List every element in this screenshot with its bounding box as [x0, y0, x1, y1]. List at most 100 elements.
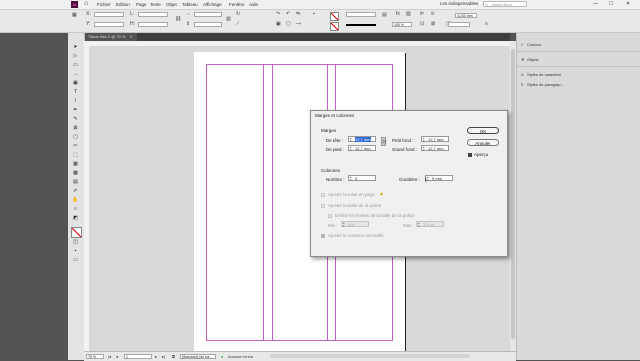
stepper-icon[interactable]: ▴ ▾ — [418, 222, 420, 228]
max-field[interactable]: ▴ ▾ 324 pt — [416, 221, 444, 227]
direct-selection-tool-icon[interactable]: ▷ — [72, 53, 79, 59]
stepper-icon[interactable]: ▴ ▾ — [423, 137, 425, 143]
page-number-field[interactable]: 1 — [124, 353, 152, 359]
apply-color-icon[interactable]: ▪ — [72, 248, 79, 254]
panel-contour[interactable]: ≡ Contour — [521, 42, 541, 47]
first-page-icon[interactable]: |◂ — [108, 354, 111, 359]
fit-frame-icon[interactable]: ⊡ — [420, 21, 424, 27]
minimize-button[interactable]: — — [593, 1, 598, 7]
align-left-icon[interactable]: ⊫ — [420, 11, 424, 17]
shear-icon[interactable]: ⟋ — [236, 21, 240, 27]
close-tab-icon[interactable]: ✕ — [129, 34, 132, 39]
font-limits-checkbox[interactable] — [328, 214, 332, 218]
horizontal-scrollbar[interactable] — [270, 354, 470, 358]
locked-content-checkbox[interactable] — [321, 234, 325, 238]
maximize-button[interactable]: ☐ — [609, 1, 613, 7]
select-content-icon[interactable]: ▢ — [286, 21, 291, 27]
menu-affichage[interactable]: Affichage — [203, 2, 222, 7]
corner-field[interactable] — [448, 22, 470, 27]
stroke-swatch[interactable] — [330, 22, 339, 31]
stroke-weight-field[interactable] — [346, 12, 376, 17]
stepper-icon[interactable]: ▴ ▾ — [423, 146, 425, 152]
hand-tool-icon[interactable]: ✋ — [72, 197, 79, 203]
gradient-feather-tool-icon[interactable]: ▩ — [72, 170, 79, 176]
stroke-measure-field[interactable]: 4,233 mm — [455, 13, 477, 18]
page-tool-icon[interactable]: ▭ — [72, 62, 79, 68]
panel-menu-icon[interactable]: ≡ — [485, 21, 488, 27]
stepper-icon[interactable]: ▴ ▾ — [350, 137, 352, 143]
cancel-button[interactable]: Annuler — [467, 139, 499, 146]
constrain-icon[interactable]: ⛓ — [175, 16, 181, 22]
fit-content-icon[interactable]: ⊠ — [431, 21, 435, 27]
type-tool-icon[interactable]: T — [72, 89, 79, 95]
stepper-icon[interactable]: ▴ ▾ — [350, 146, 352, 152]
fill-swatch[interactable] — [330, 12, 339, 21]
menu-page[interactable]: Page — [136, 2, 147, 7]
search-field[interactable]: ⌕ Adobe Stock — [483, 1, 527, 7]
rotate-icon[interactable]: ↻ — [236, 11, 240, 17]
proportional-scale-icon[interactable]: ▥ — [226, 16, 231, 22]
panel-objets[interactable]: ❖ Objets — [521, 57, 539, 62]
bottom-margin-field[interactable]: ▴ ▾ 12,7 mm — [348, 145, 376, 151]
adjust-font-checkbox[interactable] — [321, 204, 325, 208]
min-field[interactable]: ▴ ▾ 6 pt — [341, 221, 369, 227]
menu-fichier[interactable]: Fichier — [97, 2, 111, 7]
menu-texte[interactable]: Texte — [150, 2, 161, 7]
pen-tool-icon[interactable]: ✒ — [72, 107, 79, 113]
free-transform-tool-icon[interactable]: ⬚ — [72, 152, 79, 158]
outside-margin-field[interactable]: ▴ ▾ 12,7 mm — [421, 145, 449, 151]
panel-paragraph-styles[interactable]: ¶ Styles de paragrap... — [521, 82, 564, 87]
preflight-status[interactable]: Aucune erreur — [228, 354, 253, 359]
columns-number-field[interactable]: ▴ ▾ 3 — [348, 175, 376, 181]
home-icon[interactable]: ⌂ — [84, 0, 88, 7]
menu-fenetre[interactable]: Fenêtre — [229, 2, 245, 7]
stroke-type-preview[interactable] — [346, 24, 376, 26]
eyedropper-tool-icon[interactable]: ✐ — [72, 188, 79, 194]
x-field[interactable] — [94, 12, 124, 17]
ok-button[interactable]: OK — [467, 127, 499, 134]
formatting-affects-container-icon[interactable]: ◫ — [72, 239, 79, 245]
select-container-icon[interactable]: ▣ — [276, 21, 281, 27]
chain-link-icon[interactable]: ⛓ — [381, 137, 387, 146]
scale-x-field[interactable] — [194, 12, 222, 17]
close-window-button[interactable]: ✕ — [626, 1, 630, 7]
basic-style-field[interactable]: [Standard] (de tra... — [180, 353, 216, 359]
drop-shadow-icon[interactable]: ▧ — [406, 11, 411, 17]
effects-icon[interactable]: fx — [396, 11, 400, 17]
y-field[interactable] — [94, 22, 124, 27]
pencil-tool-icon[interactable]: ✎ — [72, 116, 79, 122]
rectangle-tool-icon[interactable]: ▢ — [72, 134, 79, 140]
align-center-icon[interactable]: ⊪ — [431, 11, 435, 17]
height-field[interactable] — [138, 22, 168, 27]
menu-aide[interactable]: Aide — [249, 2, 258, 7]
menu-edition[interactable]: Edition — [116, 2, 130, 7]
inside-margin-field[interactable]: ▴ ▾ 12,7 mm — [421, 136, 449, 142]
gutter-field[interactable]: ▴ ▾ 9 mm — [425, 175, 453, 181]
zoom-level-field[interactable]: 75 % — [86, 353, 104, 359]
scissors-tool-icon[interactable]: ✂ — [72, 143, 79, 149]
workspace-switcher[interactable]: Les indispensables — [440, 1, 478, 6]
rotate-cw-icon[interactable]: ↷ — [276, 11, 280, 17]
line-tool-icon[interactable]: / — [72, 98, 79, 104]
adjust-layout-checkbox[interactable] — [321, 193, 325, 197]
panel-character-styles[interactable]: A Styles de caractère — [521, 72, 561, 77]
open-page-icon[interactable]: ⧉ — [172, 354, 175, 359]
next-page-icon[interactable]: ▸ — [155, 354, 157, 359]
last-page-icon[interactable]: ▸| — [162, 354, 165, 359]
default-colors-icon[interactable]: ◩ — [72, 215, 79, 221]
note-tool-icon[interactable]: ▤ — [72, 179, 79, 185]
reference-point-icon[interactable]: ▦ — [72, 12, 77, 18]
screen-mode-icon[interactable]: ▭ — [72, 257, 79, 263]
rectangle-frame-tool-icon[interactable]: ⊠ — [72, 125, 79, 131]
text-wrap-icon[interactable]: ▤ — [382, 12, 387, 18]
scale-y-field[interactable] — [194, 22, 222, 27]
selection-tool-icon[interactable]: ➤ — [72, 44, 79, 50]
flip-horizontal-icon[interactable]: ⇋ — [296, 11, 300, 17]
scroll-thumb[interactable] — [511, 49, 515, 339]
preview-checkbox[interactable] — [468, 153, 472, 157]
stepper-icon[interactable]: ▴ ▾ — [427, 176, 429, 182]
menu-objet[interactable]: Objet — [166, 2, 177, 7]
top-margin-field[interactable]: ▴ ▾ 12,7 mm — [348, 136, 376, 142]
zoom-field[interactable]: 100 % — [392, 22, 412, 27]
zoom-tool-icon[interactable]: ⌕ — [72, 206, 79, 212]
